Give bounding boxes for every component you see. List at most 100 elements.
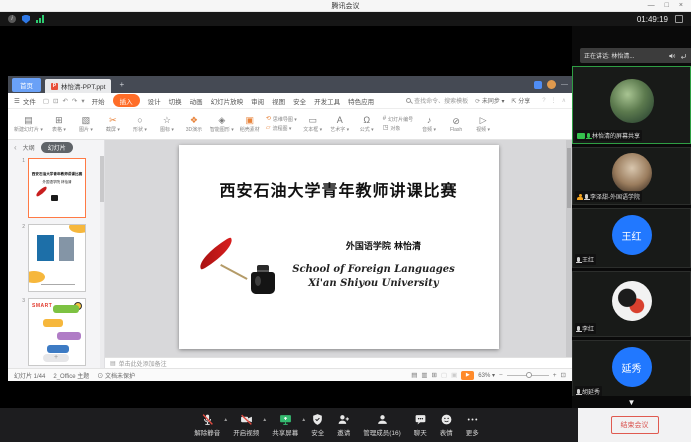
notes-bar[interactable]: ▤ 单击此处添加备注 xyxy=(105,357,572,368)
ribbon-item[interactable]: ✂截屏 ▾ xyxy=(102,115,124,133)
meeting-security-icon[interactable] xyxy=(22,15,30,24)
participant-tile[interactable]: 延秀胡延秀 xyxy=(572,340,691,396)
ribbon-item[interactable]: ⊞表格 ▾ xyxy=(48,115,70,133)
quick-access-icon[interactable]: ▢ xyxy=(43,97,49,105)
mute-button[interactable]: ▲解除静音 xyxy=(194,413,220,437)
menu-extra-icon[interactable]: ⋮ xyxy=(551,98,557,104)
wps-account-avatar[interactable] xyxy=(547,80,556,89)
ribbon-item[interactable]: #幻灯片编号 xyxy=(383,116,413,123)
zoom-out-button[interactable]: − xyxy=(499,372,503,379)
ribbon-item[interactable]: ◈智能图形 ▾ xyxy=(210,115,234,133)
ribbon-item[interactable]: ▧图片 ▾ xyxy=(75,115,97,133)
slideshow-play-button[interactable]: ▶ xyxy=(461,371,474,380)
ribbon-item[interactable]: ▣稻壳素材 xyxy=(239,115,261,133)
ribbon-item[interactable]: ◳对象 xyxy=(383,125,413,132)
window-title: 腾讯会议 xyxy=(90,1,601,11)
participant-tile[interactable]: 李泽甜-外国语学院 xyxy=(572,147,691,205)
share-screen-button[interactable]: ▲共享屏幕 xyxy=(272,413,298,437)
zoom-slider[interactable] xyxy=(507,375,549,376)
slide-thumbnail-2[interactable] xyxy=(28,224,86,292)
chat-button[interactable]: 聊天 xyxy=(414,413,427,437)
ribbon-tab-幻灯片放映[interactable]: 幻灯片放映 xyxy=(211,96,244,106)
current-slide[interactable]: 西安石油大学青年教师讲课比赛 外国语学院 林怡清 School of Forei… xyxy=(179,145,499,349)
ribbon-item[interactable]: ⊘Flash xyxy=(445,116,467,133)
caret-up-icon[interactable]: ▲ xyxy=(301,417,306,423)
participant-tile[interactable]: 林怡清的屏幕共享 xyxy=(572,66,691,144)
ribbon-item[interactable]: ❖3D演示 xyxy=(183,115,205,133)
sync-status[interactable]: ⟳ 未同步 ▾ xyxy=(475,96,504,105)
sidebar-collapse-arrow[interactable]: ▼ xyxy=(572,398,691,408)
fit-slide-icon[interactable]: ⊡ xyxy=(561,371,566,379)
slide-english-text[interactable]: School of Foreign Languages Xi'an Shiyou… xyxy=(259,263,489,291)
ribbon-item[interactable]: ▷视频 ▾ xyxy=(472,115,494,133)
minimize-button[interactable]: — xyxy=(648,1,655,11)
slide-thumbnail-1[interactable]: 西安石油大学青年教师讲课比赛 外国语学院 林怡清 xyxy=(28,158,86,218)
security-button[interactable]: 安全 xyxy=(311,413,324,437)
quick-access-icon[interactable]: ↷ xyxy=(72,97,77,105)
ribbon-tab-特色应用[interactable]: 特色应用 xyxy=(348,96,374,106)
file-menu-button[interactable]: ☰ 文件 xyxy=(14,96,36,106)
ribbon-item[interactable]: Ω公式 ▾ xyxy=(356,115,378,133)
emoji-icon xyxy=(440,413,453,426)
end-meeting-button[interactable]: 结束会议 xyxy=(611,416,659,434)
ribbon-tab-安全[interactable]: 安全 xyxy=(293,96,306,106)
ribbon-tab-插入[interactable]: 插入 xyxy=(113,94,140,107)
mic-icon xyxy=(577,326,580,331)
participant-tile[interactable]: 王红王红 xyxy=(572,208,691,268)
invite-button[interactable]: 邀请 xyxy=(337,413,350,437)
ribbon-item[interactable]: ▤新建幻灯片 ▾ xyxy=(14,115,43,133)
panel-collapse-icon[interactable]: ‹ xyxy=(14,143,17,152)
panel-scrollbar[interactable] xyxy=(100,156,104,368)
menu-extra-icon[interactable]: ∧ xyxy=(562,98,566,104)
ribbon-item[interactable]: ▭文本框 ▾ xyxy=(302,115,324,133)
new-tab-button[interactable]: + xyxy=(115,80,128,89)
maximize-button[interactable]: □ xyxy=(665,1,669,11)
ribbon-item[interactable]: ⟲思维导图 ▾ xyxy=(266,116,297,123)
ribbon-item[interactable]: ○形状 ▾ xyxy=(129,115,151,133)
camera-button[interactable]: ▲开启视频 xyxy=(233,413,259,437)
meeting-info-icon[interactable]: i xyxy=(8,15,16,23)
view-mode-icon[interactable]: ⊞ xyxy=(432,371,437,379)
participant-tile[interactable]: 李红 xyxy=(572,271,691,337)
wps-document-tab[interactable]: P 林怡清-PPT.ppt xyxy=(45,79,111,93)
ribbon-tab-审阅[interactable]: 审阅 xyxy=(251,96,264,106)
slides-tab[interactable]: 幻灯片 xyxy=(41,142,73,153)
ribbon-tab-开发工具[interactable]: 开发工具 xyxy=(314,96,340,106)
ribbon-tab-开始[interactable]: 开始 xyxy=(92,96,105,106)
slide-title-text[interactable]: 西安石油大学青年教师讲课比赛 xyxy=(189,177,489,201)
fullscreen-icon[interactable] xyxy=(675,15,683,23)
book-cover-graphic xyxy=(37,235,54,261)
zoom-level[interactable]: 63% ▾ xyxy=(478,372,495,379)
ribbon-item[interactable]: ☆图标 ▾ xyxy=(156,115,178,133)
command-search[interactable]: 查找命令、搜索模板 xyxy=(406,96,468,105)
emoji-button[interactable]: 表情 xyxy=(440,413,453,437)
ribbon-item[interactable]: A艺术字 ▾ xyxy=(329,115,351,133)
share-button[interactable]: ⇱ 分享 xyxy=(512,96,531,105)
view-mode-icon[interactable]: ▥ xyxy=(421,371,427,379)
ribbon-tab-动画[interactable]: 动画 xyxy=(190,96,203,106)
quick-access-icon[interactable]: ▾ xyxy=(81,97,84,105)
ribbon-item[interactable]: ♪音频 ▾ xyxy=(418,115,440,133)
members-button[interactable]: 管理成员(16) xyxy=(363,413,401,437)
ribbon-item[interactable]: ▱流程图 ▾ xyxy=(266,125,297,132)
ribbon-tab-切换[interactable]: 切换 xyxy=(169,96,182,106)
slide-byline-text[interactable]: 外国语学院 林怡清 xyxy=(289,239,479,252)
more-button[interactable]: 更多 xyxy=(466,413,479,437)
collapse-panel-icon[interactable] xyxy=(679,52,687,60)
quick-access-icon[interactable]: ↶ xyxy=(62,97,67,105)
caret-up-icon[interactable]: ▲ xyxy=(223,417,228,423)
caret-up-icon[interactable]: ▲ xyxy=(262,417,267,423)
add-slide-button[interactable]: + xyxy=(43,354,69,362)
view-mode-icon[interactable]: ▤ xyxy=(411,371,417,379)
close-button[interactable]: × xyxy=(679,1,683,11)
zoom-in-button[interactable]: + xyxy=(553,372,557,379)
menu-extra-icon[interactable]: ? xyxy=(542,98,545,104)
protect-status[interactable]: ⊙ 文档未保护 xyxy=(97,371,135,380)
ribbon-tab-设计[interactable]: 设计 xyxy=(148,96,161,106)
wps-minimize-icon[interactable]: — xyxy=(561,81,568,88)
quick-access-icon[interactable]: ⊡ xyxy=(53,97,58,105)
wps-app-icon[interactable] xyxy=(534,81,542,89)
outline-tab[interactable]: 大纲 xyxy=(23,143,35,152)
ribbon-tab-视图[interactable]: 视图 xyxy=(272,96,285,106)
wps-home-button[interactable]: 首页 xyxy=(12,78,41,92)
